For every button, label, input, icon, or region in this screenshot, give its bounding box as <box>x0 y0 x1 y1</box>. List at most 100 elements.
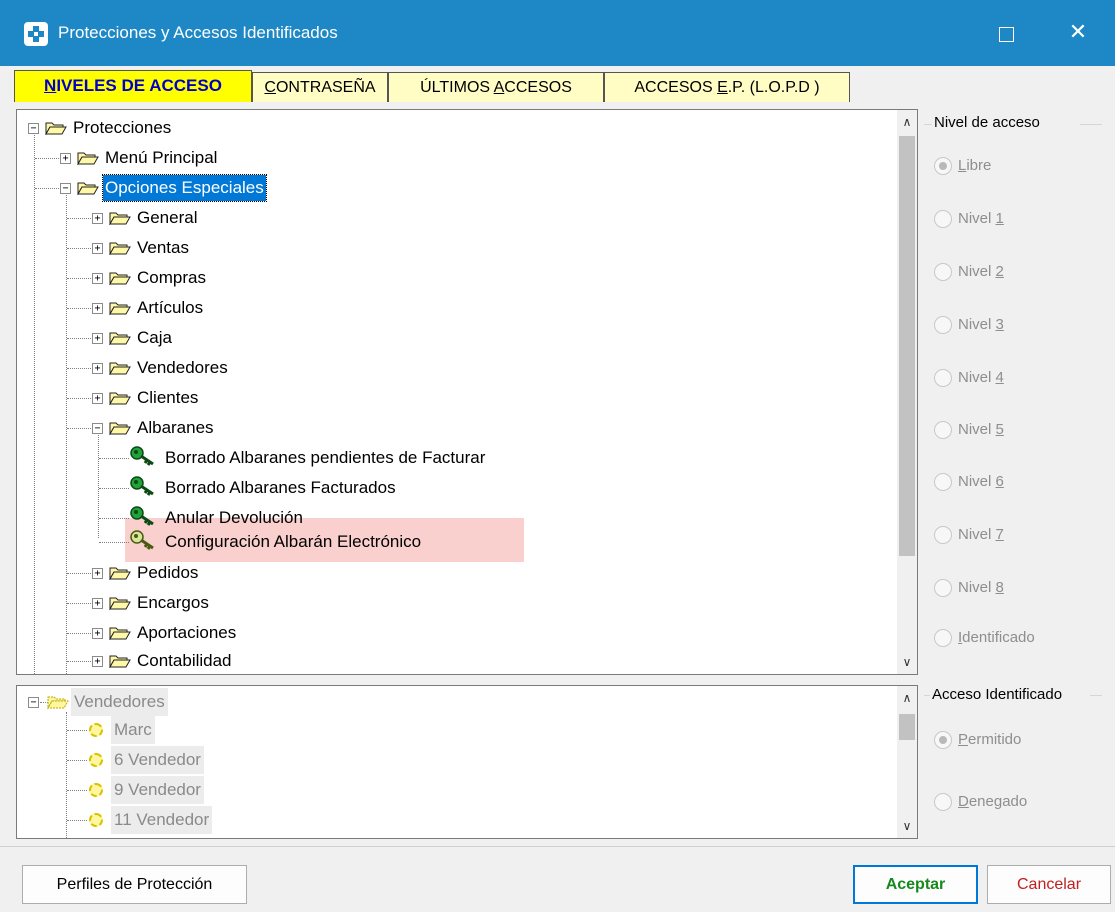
expand-icon[interactable]: + <box>92 213 103 224</box>
tree-label: Borrado Albaranes Facturados <box>165 478 396 497</box>
tree-leaf-anular-devolucion[interactable]: Anular Devolución <box>17 505 577 531</box>
tree-leaf-vendedor[interactable]: Marc <box>17 716 417 744</box>
user-icon <box>89 723 103 737</box>
tree-node-opciones-especiales[interactable]: − Opciones Especiales <box>17 174 417 202</box>
user-icon <box>89 783 103 797</box>
key-icon <box>130 476 154 496</box>
tab-accesos-ep-lopd[interactable]: ACCESOS E.P. (L.O.P.D ) <box>604 72 850 102</box>
open-folder-icon <box>109 362 131 375</box>
tab-niveles-de-acceso[interactable]: NIVELES DE ACCESO <box>14 70 252 102</box>
tree-label: Albaranes <box>137 418 214 437</box>
close-button[interactable]: ✕ <box>1060 16 1096 50</box>
expand-icon[interactable]: + <box>92 273 103 284</box>
expand-icon[interactable]: + <box>60 153 71 164</box>
tree-leaf-vendedor[interactable]: 9 Vendedor <box>17 776 417 804</box>
scroll-down-icon[interactable]: ∨ <box>897 816 917 836</box>
expand-icon[interactable]: + <box>92 303 103 314</box>
tree-label: Vendedores <box>71 688 168 716</box>
tree-node-caja[interactable]: + Caja <box>17 325 417 351</box>
tab-contrasena[interactable]: CONTRASEÑA <box>252 72 388 102</box>
tree-node-compras[interactable]: + Compras <box>17 265 417 291</box>
tree-node-protecciones[interactable]: − Protecciones <box>17 115 417 141</box>
key-icon <box>130 530 154 550</box>
user-icon <box>89 753 103 767</box>
tree-label: 6 Vendedor <box>111 746 204 774</box>
nivel-acceso-title: Nivel de acceso <box>932 114 1042 131</box>
scroll-down-icon[interactable]: ∨ <box>897 652 917 672</box>
aceptar-button[interactable]: Aceptar <box>853 865 978 904</box>
tree-node-menu-principal[interactable]: + Menú Principal <box>17 145 417 171</box>
tree-node-articulos[interactable]: + Artículos <box>17 295 417 321</box>
expand-icon[interactable]: + <box>92 598 103 609</box>
collapse-icon[interactable]: − <box>28 697 39 708</box>
tree-leaf-borrado-facturados[interactable]: Borrado Albaranes Facturados <box>17 475 577 501</box>
tree-label: Artículos <box>137 298 204 317</box>
tab-ultimos-accesos[interactable]: ÚLTIMOS ACCESOS <box>388 72 604 102</box>
open-folder-icon <box>109 302 131 315</box>
open-folder-icon <box>109 272 131 285</box>
tree-node-vendedores-root[interactable]: − Vendedores <box>17 688 417 716</box>
scroll-thumb[interactable] <box>899 136 915 556</box>
close-icon: ✕ <box>1068 20 1088 45</box>
tree-leaf-borrado-pendientes[interactable]: Borrado Albaranes pendientes de Facturar <box>17 445 577 471</box>
scroll-up-icon[interactable]: ∧ <box>897 112 917 132</box>
maximize-button[interactable] <box>988 16 1024 50</box>
expand-icon[interactable]: + <box>92 628 103 639</box>
vendedores-scrollbar[interactable]: ∧ ∨ <box>897 686 917 838</box>
vendedores-tree[interactable]: − Vendedores Marc 6 Vendedor 9 Vendedor … <box>16 685 918 839</box>
tree-leaf-configuracion-albaran[interactable]: Configuración Albarán Electrónico <box>17 529 577 555</box>
tree-label: Opciones Especiales <box>102 174 267 202</box>
open-folder-icon <box>109 627 131 640</box>
tree-node-contabilidad[interactable]: + Contabilidad <box>17 648 417 674</box>
expand-icon[interactable]: + <box>92 568 103 579</box>
collapse-icon[interactable]: − <box>60 183 71 194</box>
divider <box>0 846 1115 847</box>
expand-icon[interactable]: + <box>92 333 103 344</box>
collapse-icon[interactable]: − <box>92 423 103 434</box>
tree-label: Aportaciones <box>137 623 237 642</box>
groupbox-border <box>1080 124 1102 125</box>
tree-node-albaranes[interactable]: − Albaranes <box>17 415 417 441</box>
groupbox-border <box>1090 695 1102 696</box>
title-bar: Protecciones y Accesos Identificados ✕ <box>0 0 1115 66</box>
cancelar-button[interactable]: Cancelar <box>987 865 1111 904</box>
open-folder-icon <box>77 182 99 195</box>
open-folder-icon <box>45 122 67 135</box>
expand-icon[interactable]: + <box>92 656 103 667</box>
tree-node-aportaciones[interactable]: + Aportaciones <box>17 620 417 646</box>
open-folder-icon <box>109 212 131 225</box>
tree-node-pedidos[interactable]: + Pedidos <box>17 560 417 586</box>
open-folder-icon <box>77 152 99 165</box>
expand-icon[interactable]: + <box>92 243 103 254</box>
tree-leaf-vendedor[interactable]: 11 Vendedor <box>17 806 417 834</box>
tree-node-vendedores[interactable]: + Vendedores <box>17 355 417 381</box>
perfiles-proteccion-button[interactable]: Perfiles de Protección <box>22 865 247 904</box>
tree-label: Borrado Albaranes pendientes de Facturar <box>165 448 486 467</box>
collapse-icon[interactable]: − <box>28 123 39 134</box>
expand-icon[interactable]: + <box>92 393 103 404</box>
tree-node-general[interactable]: + General <box>17 205 417 231</box>
tree-label: Compras <box>137 268 206 287</box>
tree-label: Pedidos <box>137 563 199 582</box>
tree-label: 11 Vendedor <box>111 806 213 834</box>
tree-leaf-vendedor[interactable]: 6 Vendedor <box>17 746 417 774</box>
tree-label: Ventas <box>137 238 189 257</box>
tree-node-clientes[interactable]: + Clientes <box>17 385 417 411</box>
tree-node-ventas[interactable]: + Ventas <box>17 235 417 261</box>
tree-scrollbar[interactable]: ∧ ∨ <box>897 110 917 674</box>
open-folder-icon <box>109 422 131 435</box>
key-icon <box>130 446 154 466</box>
tree-node-encargos[interactable]: + Encargos <box>17 590 417 616</box>
scroll-up-icon[interactable]: ∧ <box>897 688 917 708</box>
tree-label: General <box>137 208 198 227</box>
tree-label: Caja <box>137 328 172 347</box>
scroll-thumb[interactable] <box>899 714 915 740</box>
open-folder-icon <box>109 655 131 668</box>
app-icon <box>24 22 48 46</box>
open-folder-icon <box>109 597 131 610</box>
tree-label: 9 Vendedor <box>111 776 204 804</box>
open-folder-icon <box>109 332 131 345</box>
protecciones-tree[interactable]: − Protecciones + Menú Principal − Opcion… <box>16 109 918 675</box>
maximize-icon <box>998 27 1014 42</box>
expand-icon[interactable]: + <box>92 363 103 374</box>
